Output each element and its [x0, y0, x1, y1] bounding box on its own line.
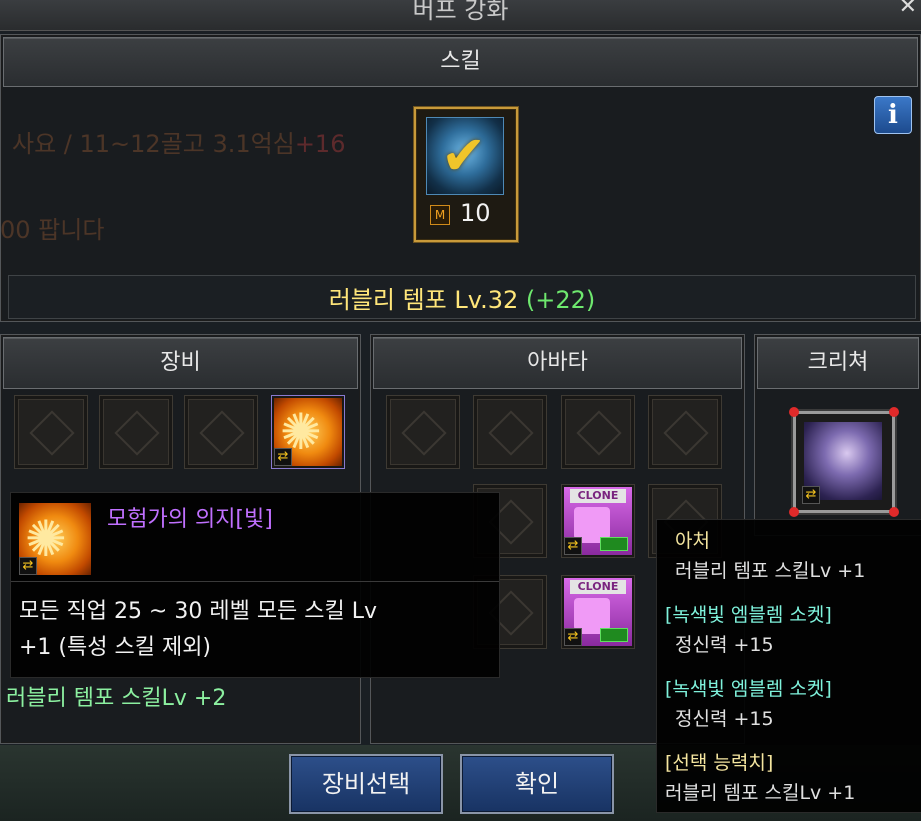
tooltip-divider: [11, 581, 499, 582]
clone-label: CLONE: [570, 489, 626, 503]
frame-corner-gem: [889, 407, 899, 417]
avatar-slot-clone[interactable]: CLONE ⇄: [561, 575, 635, 649]
tooltip-description-line-2: +1 (특성 스킬 제외): [19, 635, 212, 660]
socket-1-title: [녹색빛 엠블렘 소켓]: [665, 604, 832, 626]
avatar-panel-header: 아바타: [373, 337, 742, 389]
m-badge-icon: M: [430, 205, 450, 225]
skill-name-text: 러블리 템포 Lv.32 (+22): [9, 280, 915, 315]
avatar-slot-bonus: 러블리 템포 스킬Lv +1: [675, 560, 866, 582]
close-button[interactable]: ✕: [899, 0, 917, 19]
transfer-lock-icon: ⇄: [564, 628, 582, 646]
option-title: [선택 능력치]: [665, 752, 774, 774]
window-titlebar: 버프 강화 ✕: [0, 0, 921, 31]
clone-label: CLONE: [570, 580, 626, 594]
confirm-button[interactable]: 확인: [460, 754, 614, 814]
frame-corner-gem: [889, 507, 899, 517]
avatar-slot[interactable]: [386, 395, 460, 469]
equipment-slot[interactable]: [184, 395, 258, 469]
transfer-lock-icon: ⇄: [274, 448, 292, 466]
equipment-bonus-text: 러블리 템포 스킬Lv +2: [6, 686, 227, 711]
skill-name-bar: 러블리 템포 Lv.32 (+22): [8, 275, 916, 319]
window-title: 버프 강화: [412, 0, 509, 24]
avatar-tooltip: 아처 러블리 템포 스킬Lv +1 [녹색빛 엠블렘 소켓] 정신력 +15 […: [656, 519, 921, 813]
equipment-panel-header: 장비: [3, 337, 358, 389]
skill-panel-title: 스킬: [440, 49, 481, 74]
avatar-slot[interactable]: [473, 395, 547, 469]
background-chat-line-2: 00 팝니다: [0, 216, 105, 244]
creature-panel-title: 크리쳐: [807, 350, 869, 375]
socket-1-value: 정신력 +15: [675, 634, 774, 656]
tooltip-item-name: 모험가의 의지[빛]: [107, 507, 273, 532]
avatar-slot-clone[interactable]: CLONE ⇄: [561, 484, 635, 558]
transfer-lock-icon: ⇄: [19, 557, 37, 575]
socket-2-title: [녹색빛 엠블렘 소켓]: [665, 678, 832, 700]
equipment-slot[interactable]: [14, 395, 88, 469]
skill-level-bonus: (+22): [525, 286, 596, 314]
select-equipment-button[interactable]: 장비선택: [289, 754, 443, 814]
equipment-slot-emblem[interactable]: ✺ ⇄: [271, 395, 345, 469]
transfer-lock-icon: ⇄: [564, 537, 582, 555]
avatar-slot-name: 아처: [675, 530, 710, 552]
avatar-slot[interactable]: [648, 395, 722, 469]
checkmark-glyph: ✔: [441, 124, 487, 187]
equipment-panel-title: 장비: [160, 350, 201, 375]
creature-panel-header: 크리쳐: [757, 337, 919, 389]
info-button[interactable]: i: [874, 96, 912, 134]
socket-2-value: 정신력 +15: [675, 708, 774, 730]
option-value: 러블리 템포 스킬Lv +1: [665, 782, 856, 804]
skill-name: 러블리 템포 Lv.32: [328, 286, 519, 314]
creature-slot[interactable]: ⇄: [789, 407, 899, 517]
emblem-socket-icon: [600, 537, 628, 551]
background-chat-extra: +16: [294, 130, 346, 158]
skill-count: 10: [460, 199, 491, 227]
tooltip-description-line-1: 모든 직업 25 ~ 30 레벨 모든 스킬 Lv: [19, 599, 378, 624]
avatar-slot[interactable]: [561, 395, 635, 469]
skill-panel-header: 스킬: [3, 37, 918, 87]
transfer-lock-icon: ⇄: [802, 486, 820, 504]
tooltip-item-icon: ✺ ⇄: [17, 501, 93, 577]
frame-corner-gem: [789, 407, 799, 417]
skill-icon-slot[interactable]: ✔ M 10: [414, 107, 518, 242]
frame-corner-gem: [789, 507, 799, 517]
equipment-tooltip: ✺ ⇄ 모험가의 의지[빛] 모든 직업 25 ~ 30 레벨 모든 스킬 Lv…: [10, 492, 500, 678]
skill-checkmark-icon: ✔: [426, 117, 504, 195]
equipment-slot[interactable]: [99, 395, 173, 469]
background-chat-text: 사요 / 11~12골고 3.1억심: [12, 130, 295, 158]
avatar-panel-title: 아바타: [527, 350, 588, 375]
background-chat-line: 사요 / 11~12골고 3.1억심+16: [12, 124, 345, 159]
emblem-socket-icon: [600, 628, 628, 642]
